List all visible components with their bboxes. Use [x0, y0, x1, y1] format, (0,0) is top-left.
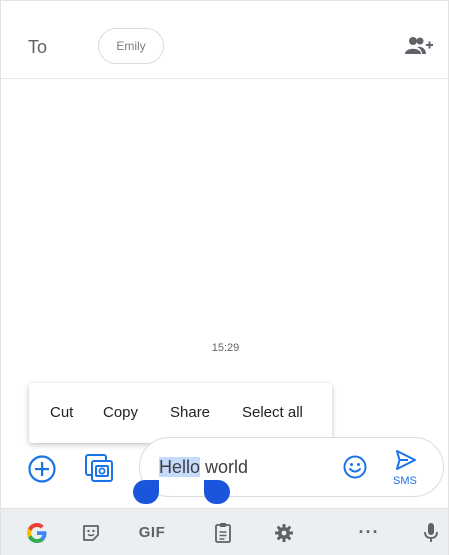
send-icon[interactable] [391, 445, 421, 475]
more-icon[interactable]: ··· [351, 509, 387, 555]
add-circle-icon[interactable] [25, 452, 59, 486]
select-all-menu-item[interactable]: Select all [242, 404, 303, 421]
gif-button[interactable]: GIF [132, 509, 172, 555]
selection-start-handle[interactable] [133, 480, 159, 504]
emoji-icon[interactable] [340, 452, 370, 482]
mic-icon[interactable] [418, 509, 444, 555]
unselected-text: world [200, 457, 249, 477]
selection-end-handle[interactable] [204, 480, 230, 504]
keyboard-toolbar: GIF ··· [1, 508, 448, 555]
selected-text: Hello [159, 457, 201, 477]
message-timestamp: 15:29 [211, 342, 240, 354]
cut-menu-item[interactable]: Cut [50, 404, 73, 421]
google-icon[interactable] [19, 509, 55, 555]
gear-icon[interactable] [269, 509, 299, 555]
sticker-icon[interactable] [76, 509, 106, 555]
gallery-icon[interactable] [81, 450, 117, 486]
message-text[interactable]: Hello world [159, 457, 248, 478]
clipboard-icon[interactable] [208, 509, 238, 555]
add-person-icon[interactable] [399, 31, 439, 61]
share-menu-item[interactable]: Share [170, 404, 210, 421]
messaging-screen: To Emily 15:29 Cut Copy Share Select all [0, 0, 449, 555]
text-selection-menu: Cut Copy Share Select all [29, 383, 332, 443]
recipient-chip[interactable]: Emily [98, 28, 164, 64]
recipient-chip-label: Emily [116, 39, 146, 53]
copy-menu-item[interactable]: Copy [103, 404, 138, 421]
sms-label: SMS [393, 475, 417, 487]
recipient-header: To Emily [1, 1, 448, 79]
more-label: ··· [358, 522, 380, 542]
to-label: To [28, 37, 48, 57]
gif-label: GIF [138, 524, 166, 541]
